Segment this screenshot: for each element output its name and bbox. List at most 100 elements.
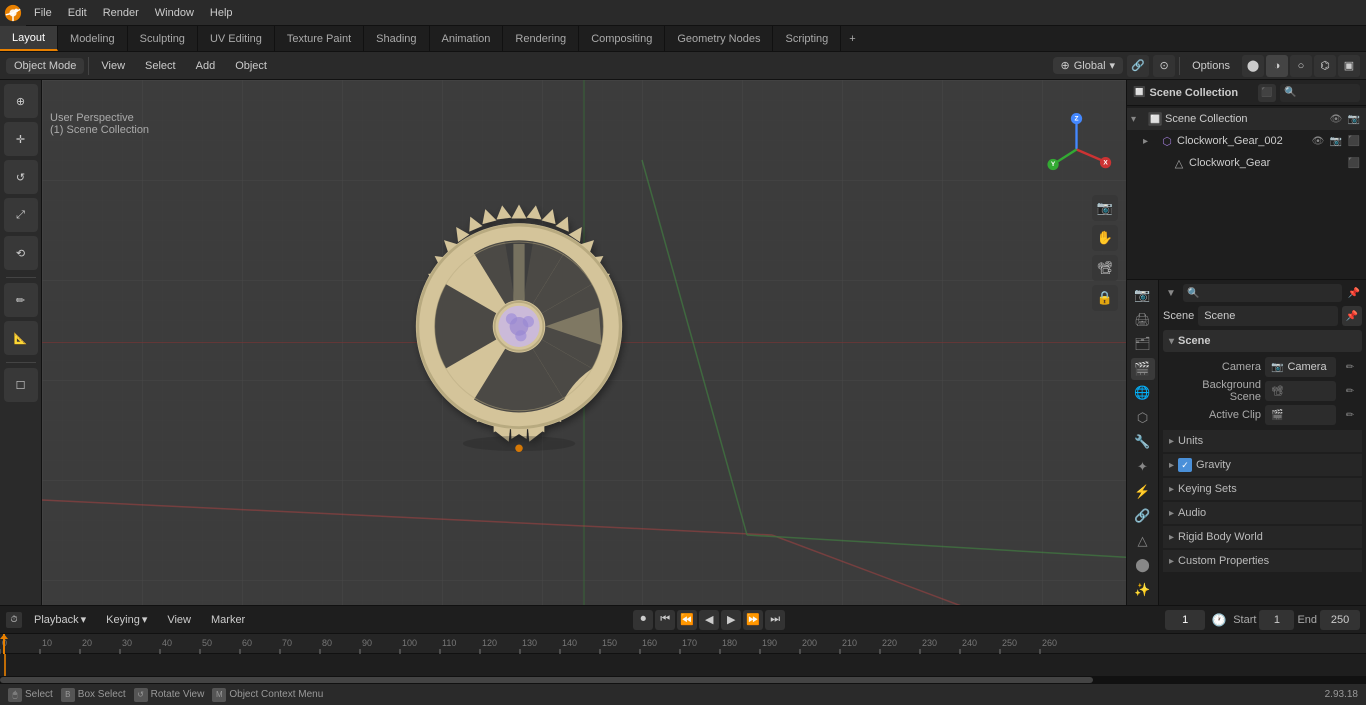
keying-sets-section-header[interactable]: ▸ Keying Sets — [1163, 478, 1362, 500]
transport-next-keyframe[interactable]: ⏩ — [743, 610, 763, 630]
timeline-marker-menu[interactable]: Marker — [203, 612, 253, 628]
tab-scripting[interactable]: Scripting — [773, 26, 841, 51]
transport-jump-end[interactable]: ⏭ — [765, 610, 785, 630]
transform-global-dropdown[interactable]: ⊕ Global ▾ — [1053, 57, 1124, 74]
tab-particles-icon[interactable]: ✦ — [1131, 456, 1155, 479]
add-object-tool[interactable]: ☐ — [4, 368, 38, 402]
gear002-render-icon[interactable]: 📷 — [1328, 136, 1344, 147]
tab-layout[interactable]: Layout — [0, 26, 58, 51]
tab-data-icon[interactable]: △ — [1131, 529, 1155, 552]
options-button[interactable]: Options — [1184, 58, 1238, 74]
gravity-checkbox[interactable]: ✓ — [1178, 458, 1192, 472]
tab-view-layer-icon[interactable]: 🗂 — [1131, 333, 1155, 356]
tab-modeling[interactable]: Modeling — [58, 26, 128, 51]
custom-props-section-header[interactable]: ▸ Custom Properties — [1163, 550, 1362, 572]
tab-uv-editing[interactable]: UV Editing — [198, 26, 275, 51]
keying-menu[interactable]: Keying ▾ — [98, 611, 155, 628]
tab-scene-icon[interactable]: 🎬 — [1131, 358, 1155, 381]
gear-mesh-extra[interactable]: ⬛ — [1346, 158, 1362, 169]
move-tool[interactable]: ✛ — [4, 122, 38, 156]
viewport-3d[interactable]: User Perspective (1) Scene Collection Z … — [42, 80, 1126, 605]
viewport-camera-view[interactable]: 📽 — [1092, 255, 1118, 281]
select-menu[interactable]: Select — [137, 58, 184, 74]
object-mode-dropdown[interactable]: Object Mode — [6, 58, 84, 74]
menu-window[interactable]: Window — [147, 0, 202, 25]
snap-btn[interactable]: 🔗 — [1127, 55, 1149, 77]
scene-pin-btn[interactable]: 📌 — [1342, 306, 1362, 326]
scene-name-field[interactable]: Scene — [1198, 306, 1338, 326]
active-clip-picker[interactable]: 🎬 — [1265, 405, 1336, 425]
gear002-extra-icon[interactable]: ⬛ — [1346, 136, 1362, 147]
axis-gizmo[interactable]: Z X Y — [1039, 112, 1114, 187]
viewport-zoom-camera[interactable]: 📷 — [1092, 195, 1118, 221]
transform-tool[interactable]: ⟲ — [4, 236, 38, 270]
tab-modifier-icon[interactable]: 🔧 — [1131, 431, 1155, 454]
tab-compositing[interactable]: Compositing — [579, 26, 665, 51]
transport-prev-keyframe[interactable]: ⏪ — [677, 610, 697, 630]
tab-constraint-icon[interactable]: 🔗 — [1131, 505, 1155, 528]
cursor-tool[interactable]: ⊕ — [4, 84, 38, 118]
annotate-tool[interactable]: ✏ — [4, 283, 38, 317]
start-frame-input[interactable]: 1 — [1259, 610, 1294, 630]
camera-picker[interactable]: 📷 Camera — [1265, 357, 1336, 377]
menu-edit[interactable]: Edit — [60, 0, 95, 25]
viewport-xray-toggle[interactable]: ▣ — [1338, 55, 1360, 77]
current-frame-input[interactable]: 1 — [1165, 610, 1205, 630]
tab-output-icon[interactable]: 🖨 — [1131, 309, 1155, 332]
clock-icon[interactable]: 🕐 — [1209, 610, 1229, 630]
tab-sculpting[interactable]: Sculpting — [128, 26, 198, 51]
viewport-shading-material[interactable]: ◑ — [1266, 55, 1288, 77]
outliner-search[interactable]: 🔍 — [1280, 84, 1360, 102]
viewport-lock-btn[interactable]: 🔒 — [1092, 285, 1118, 311]
visibility-eye-icon[interactable]: 👁 — [1328, 114, 1344, 125]
measure-tool[interactable]: 📐 — [4, 321, 38, 355]
timeline-scrollbar[interactable] — [0, 676, 1366, 683]
blender-logo-icon[interactable] — [0, 0, 26, 26]
tab-animation[interactable]: Animation — [430, 26, 504, 51]
render-camera-icon[interactable]: 📷 — [1346, 114, 1362, 125]
transport-play-reverse[interactable]: ◀ — [699, 610, 719, 630]
transport-play[interactable]: ▶ — [721, 610, 741, 630]
units-section-header[interactable]: ▸ Units — [1163, 430, 1362, 452]
camera-edit-btn[interactable]: ✏ — [1340, 357, 1360, 377]
viewport-pan-tool[interactable]: ✋ — [1092, 225, 1118, 251]
viewport-shading-solid[interactable]: ⬤ — [1242, 55, 1264, 77]
outliner-clockwork-gear-002[interactable]: ▸ ⬡ Clockwork_Gear_002 👁 📷 ⬛ — [1127, 130, 1366, 152]
proportional-btn[interactable]: ⊙ — [1153, 55, 1175, 77]
tab-material-icon[interactable]: ⬤ — [1131, 554, 1155, 577]
outliner-clockwork-gear-mesh[interactable]: △ Clockwork_Gear ⬛ — [1127, 152, 1366, 174]
bg-scene-picker[interactable]: 📽 — [1265, 381, 1336, 401]
tab-texture-paint[interactable]: Texture Paint — [275, 26, 364, 51]
rotate-tool[interactable]: ↺ — [4, 160, 38, 194]
viewport-shading-rendered[interactable]: ○ — [1290, 55, 1312, 77]
outliner-scene-collection[interactable]: ▾ 🔲 Scene Collection 👁 📷 — [1127, 108, 1366, 130]
gear002-visibility-icon[interactable]: 👁 — [1310, 136, 1326, 147]
menu-help[interactable]: Help — [202, 0, 241, 25]
end-frame-input[interactable]: 250 — [1320, 610, 1360, 630]
rigid-body-section-header[interactable]: ▸ Rigid Body World — [1163, 526, 1362, 548]
add-menu[interactable]: Add — [188, 58, 224, 74]
transport-record[interactable]: ⏺ — [633, 610, 653, 630]
scale-tool[interactable]: ⤢ — [4, 198, 38, 232]
outliner-filter-btn[interactable]: ⬛ — [1258, 84, 1276, 102]
timeline-mode-btn[interactable]: ⏱ — [6, 612, 22, 628]
active-clip-edit-btn[interactable]: ✏ — [1340, 405, 1360, 425]
tab-rendering[interactable]: Rendering — [503, 26, 579, 51]
object-menu[interactable]: Object — [227, 58, 275, 74]
tab-shaderfx-icon[interactable]: ✨ — [1131, 578, 1155, 601]
properties-filter-icon[interactable]: ▼ — [1163, 285, 1179, 301]
menu-render[interactable]: Render — [95, 0, 147, 25]
timeline-scrollbar-thumb[interactable] — [0, 677, 1093, 683]
playback-menu[interactable]: Playback ▾ — [26, 611, 94, 628]
tab-object-icon[interactable]: ⬡ — [1131, 407, 1155, 430]
tab-geometry-nodes[interactable]: Geometry Nodes — [665, 26, 773, 51]
bg-scene-edit-btn[interactable]: ✏ — [1340, 381, 1360, 401]
tab-world-icon[interactable]: 🌐 — [1131, 382, 1155, 405]
view-menu[interactable]: View — [93, 58, 133, 74]
transport-jump-start[interactable]: ⏮ — [655, 610, 675, 630]
properties-pin-icon[interactable]: 📌 — [1346, 285, 1362, 301]
timeline-view-menu[interactable]: View — [159, 612, 199, 628]
viewport-overlay-toggle[interactable]: ⌬ — [1314, 55, 1336, 77]
tab-render-icon[interactable]: 📷 — [1131, 284, 1155, 307]
gravity-section-header[interactable]: ▸ ✓ Gravity — [1163, 454, 1362, 476]
